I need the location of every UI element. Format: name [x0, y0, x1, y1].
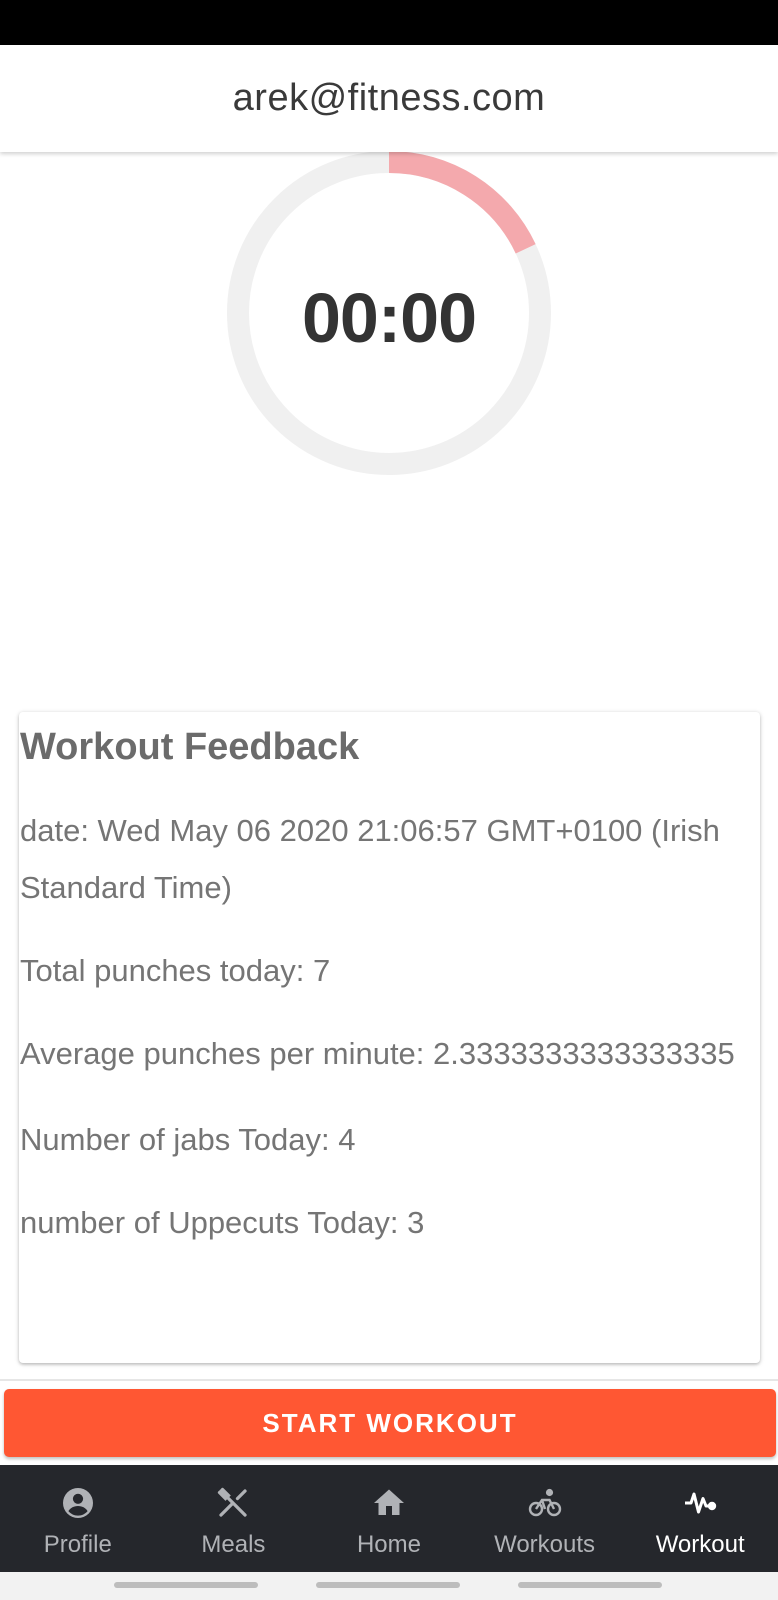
nav-item-profile[interactable]: Profile	[0, 1465, 156, 1572]
system-nav-pill	[114, 1582, 258, 1588]
nav-label-workouts: Workouts	[494, 1531, 596, 1558]
system-nav-bar	[0, 1572, 778, 1600]
app-header: arek@fitness.com	[0, 45, 778, 152]
nav-item-workout[interactable]: Workout	[622, 1465, 778, 1572]
timer-display: 00:00	[301, 279, 477, 357]
feedback-jabs: Number of jabs Today: 4	[20, 1122, 356, 1157]
activity-pulse-icon	[680, 1483, 720, 1523]
nav-item-meals[interactable]: Meals	[156, 1465, 312, 1572]
feedback-date: date: Wed May 06 2020 21:06:57 GMT+0100 …	[20, 813, 720, 905]
nav-item-workouts[interactable]: Workouts	[467, 1465, 623, 1572]
timer: 00:00	[226, 148, 552, 478]
header-title: arek@fitness.com	[232, 77, 546, 119]
nav-label-workout: Workout	[655, 1531, 745, 1558]
feedback-average-ppm: Average punches per minute: 2.3333333333…	[20, 1036, 735, 1071]
nav-label-home: Home	[356, 1531, 421, 1558]
nav-item-home[interactable]: Home	[311, 1465, 467, 1572]
bottom-nav: Profile Meals Home Workouts Workout	[0, 1465, 778, 1572]
divider	[0, 1379, 778, 1381]
system-nav-pill	[518, 1582, 662, 1588]
feedback-uppercuts: number of Uppecuts Today: 3	[20, 1205, 425, 1240]
start-workout-button[interactable]: START WORKOUT	[4, 1389, 776, 1457]
system-nav-pill	[316, 1582, 460, 1588]
feedback-title: Workout Feedback	[20, 726, 360, 768]
home-icon	[369, 1483, 409, 1523]
feedback-total-punches: Total punches today: 7	[20, 953, 331, 988]
bicycle-icon	[525, 1483, 565, 1523]
utensils-icon	[213, 1483, 253, 1523]
workout-feedback-card: Workout Feedback date: Wed May 06 2020 2…	[19, 712, 760, 1363]
account-circle-icon	[58, 1483, 98, 1523]
nav-label-meals: Meals	[201, 1531, 266, 1558]
status-bar	[0, 0, 778, 45]
nav-label-profile: Profile	[43, 1531, 112, 1558]
